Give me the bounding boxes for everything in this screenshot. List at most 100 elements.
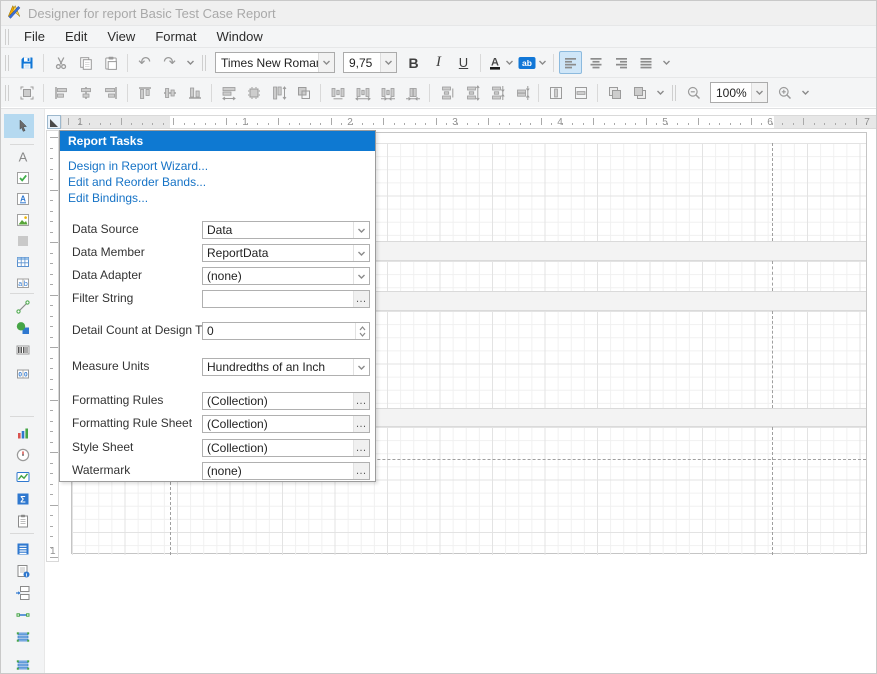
report-task-link-1[interactable]: Design in Report Wizard... (68, 159, 208, 173)
data-source-field[interactable]: Data (202, 221, 370, 239)
zoom-options-button[interactable] (798, 81, 812, 104)
toolbox-item-label[interactable]: A (15, 149, 31, 165)
chevron-down-icon[interactable] (353, 222, 369, 238)
remove-vertical-spacing-button[interactable] (510, 81, 533, 104)
align-middles-button[interactable] (158, 81, 181, 104)
send-to-back-button[interactable] (628, 81, 651, 104)
undo-redo-options-button[interactable] (183, 51, 197, 74)
toolbox-item-sparkline[interactable] (15, 469, 31, 485)
equal-vertical-spacing-button[interactable] (435, 81, 458, 104)
align-justify-button[interactable] (634, 51, 657, 74)
zoom-level-combo[interactable]: 100% (710, 82, 768, 103)
increase-vertical-spacing-button[interactable] (460, 81, 483, 104)
toolbox-item-bar-code[interactable] (15, 342, 31, 358)
center-horizontally-button[interactable] (544, 81, 567, 104)
zoom-out-button[interactable] (682, 81, 705, 104)
ellipsis-button[interactable]: … (353, 463, 369, 479)
measure-units-field[interactable]: Hundredths of an Inch (202, 358, 370, 376)
center-vertically-button[interactable] (569, 81, 592, 104)
font-color-button[interactable]: A (486, 51, 515, 74)
align-to-grid-button[interactable] (15, 81, 38, 104)
bold-button[interactable]: B (402, 51, 425, 74)
chevron-down-icon[interactable] (353, 245, 369, 261)
toolbox-item-cross-band-box[interactable] (15, 629, 31, 645)
font-size-combo[interactable]: 9,75 (343, 52, 397, 73)
formatting-rule-sheet-field[interactable]: (Collection)… (202, 415, 370, 433)
menu-window[interactable]: Window (206, 27, 272, 46)
toolbox-item-pointer[interactable] (15, 118, 31, 134)
toolbox-item-line[interactable] (15, 299, 31, 315)
menu-view[interactable]: View (97, 27, 145, 46)
underline-button[interactable]: U (452, 51, 475, 74)
detail-count-field[interactable]: 0 (202, 322, 370, 340)
ellipsis-button[interactable]: … (353, 416, 369, 432)
decrease-vertical-spacing-button[interactable] (485, 81, 508, 104)
make-same-width-button[interactable] (217, 81, 240, 104)
toolbox-item-character-comb[interactable]: ab (15, 275, 31, 291)
chevron-down-icon[interactable] (505, 58, 514, 67)
toolbox-item-more[interactable] (15, 657, 31, 673)
align-center-button[interactable] (584, 51, 607, 74)
formatting-rules-field[interactable]: (Collection)… (202, 392, 370, 410)
toolbox-item-pivot-grid[interactable]: Σ (15, 491, 31, 507)
undo-button[interactable]: ↶ (133, 51, 156, 74)
ellipsis-button[interactable]: … (353, 291, 369, 307)
report-task-link-3[interactable]: Edit Bindings... (68, 191, 148, 205)
ellipsis-button[interactable]: … (353, 393, 369, 409)
data-member-field[interactable]: ReportData (202, 244, 370, 262)
increase-horizontal-spacing-button[interactable] (351, 81, 374, 104)
paste-button[interactable] (99, 51, 122, 74)
ellipsis-button[interactable]: … (353, 440, 369, 456)
spinner-buttons[interactable] (355, 323, 369, 339)
equal-horizontal-spacing-button[interactable] (326, 81, 349, 104)
toolbox-item-zip-code[interactable]: 00 (15, 366, 31, 382)
toolbox-item-chart[interactable] (15, 425, 31, 441)
remove-horizontal-spacing-button[interactable] (401, 81, 424, 104)
align-left-button[interactable] (559, 51, 582, 74)
chevron-down-icon[interactable] (318, 53, 334, 72)
make-same-size-button[interactable] (292, 81, 315, 104)
make-same-height-button[interactable] (267, 81, 290, 104)
toolbox-item-rich-text[interactable]: A (15, 191, 31, 207)
align-options-button[interactable] (659, 51, 673, 74)
save-button[interactable] (15, 51, 38, 74)
toolbox-item-gauge[interactable] (15, 447, 31, 463)
align-centers-button[interactable] (74, 81, 97, 104)
zoom-in-button[interactable] (773, 81, 796, 104)
toolbox-item-panel[interactable] (15, 233, 31, 249)
toolbox-item-table[interactable] (15, 254, 31, 270)
design-surface[interactable]: 11234567 1 Report Tasks Design in Report… (45, 109, 876, 673)
ruler-corner-button[interactable] (47, 115, 61, 129)
chevron-down-icon[interactable] (353, 359, 369, 375)
redo-button[interactable]: ↷ (158, 51, 181, 74)
toolbox-item-page-info[interactable] (15, 513, 31, 529)
order-options-button[interactable] (653, 81, 667, 104)
toolbox-item-page-break[interactable] (15, 585, 31, 601)
toolbox-item-check-box[interactable] (15, 170, 31, 186)
decrease-horizontal-spacing-button[interactable] (376, 81, 399, 104)
toolbox-item-shape[interactable] (15, 320, 31, 336)
menu-format[interactable]: Format (145, 27, 206, 46)
chevron-down-icon[interactable] (353, 268, 369, 284)
align-bottoms-button[interactable] (183, 81, 206, 104)
filter-string-field[interactable]: … (202, 290, 370, 308)
toolbox-item-table-of-contents[interactable] (15, 541, 31, 557)
chevron-down-icon[interactable] (380, 53, 396, 72)
font-name-combo[interactable]: Times New Roman (215, 52, 335, 73)
toolbox-item-subreport[interactable]: i (15, 563, 31, 579)
report-task-link-2[interactable]: Edit and Reorder Bands... (68, 175, 206, 189)
align-tops-button[interactable] (133, 81, 156, 104)
style-sheet-field[interactable]: (Collection)… (202, 439, 370, 457)
highlight-color-button[interactable]: ab (517, 51, 548, 74)
data-adapter-field[interactable]: (none) (202, 267, 370, 285)
copy-button[interactable] (74, 51, 97, 74)
bring-to-front-button[interactable] (603, 81, 626, 104)
align-rights-button[interactable] (99, 81, 122, 104)
align-right-button[interactable] (609, 51, 632, 74)
menu-edit[interactable]: Edit (55, 27, 97, 46)
chevron-down-icon[interactable] (751, 83, 767, 102)
menu-file[interactable]: File (14, 27, 55, 46)
chevron-down-icon[interactable] (538, 58, 547, 67)
size-to-grid-button[interactable] (242, 81, 265, 104)
align-lefts-button[interactable] (49, 81, 72, 104)
